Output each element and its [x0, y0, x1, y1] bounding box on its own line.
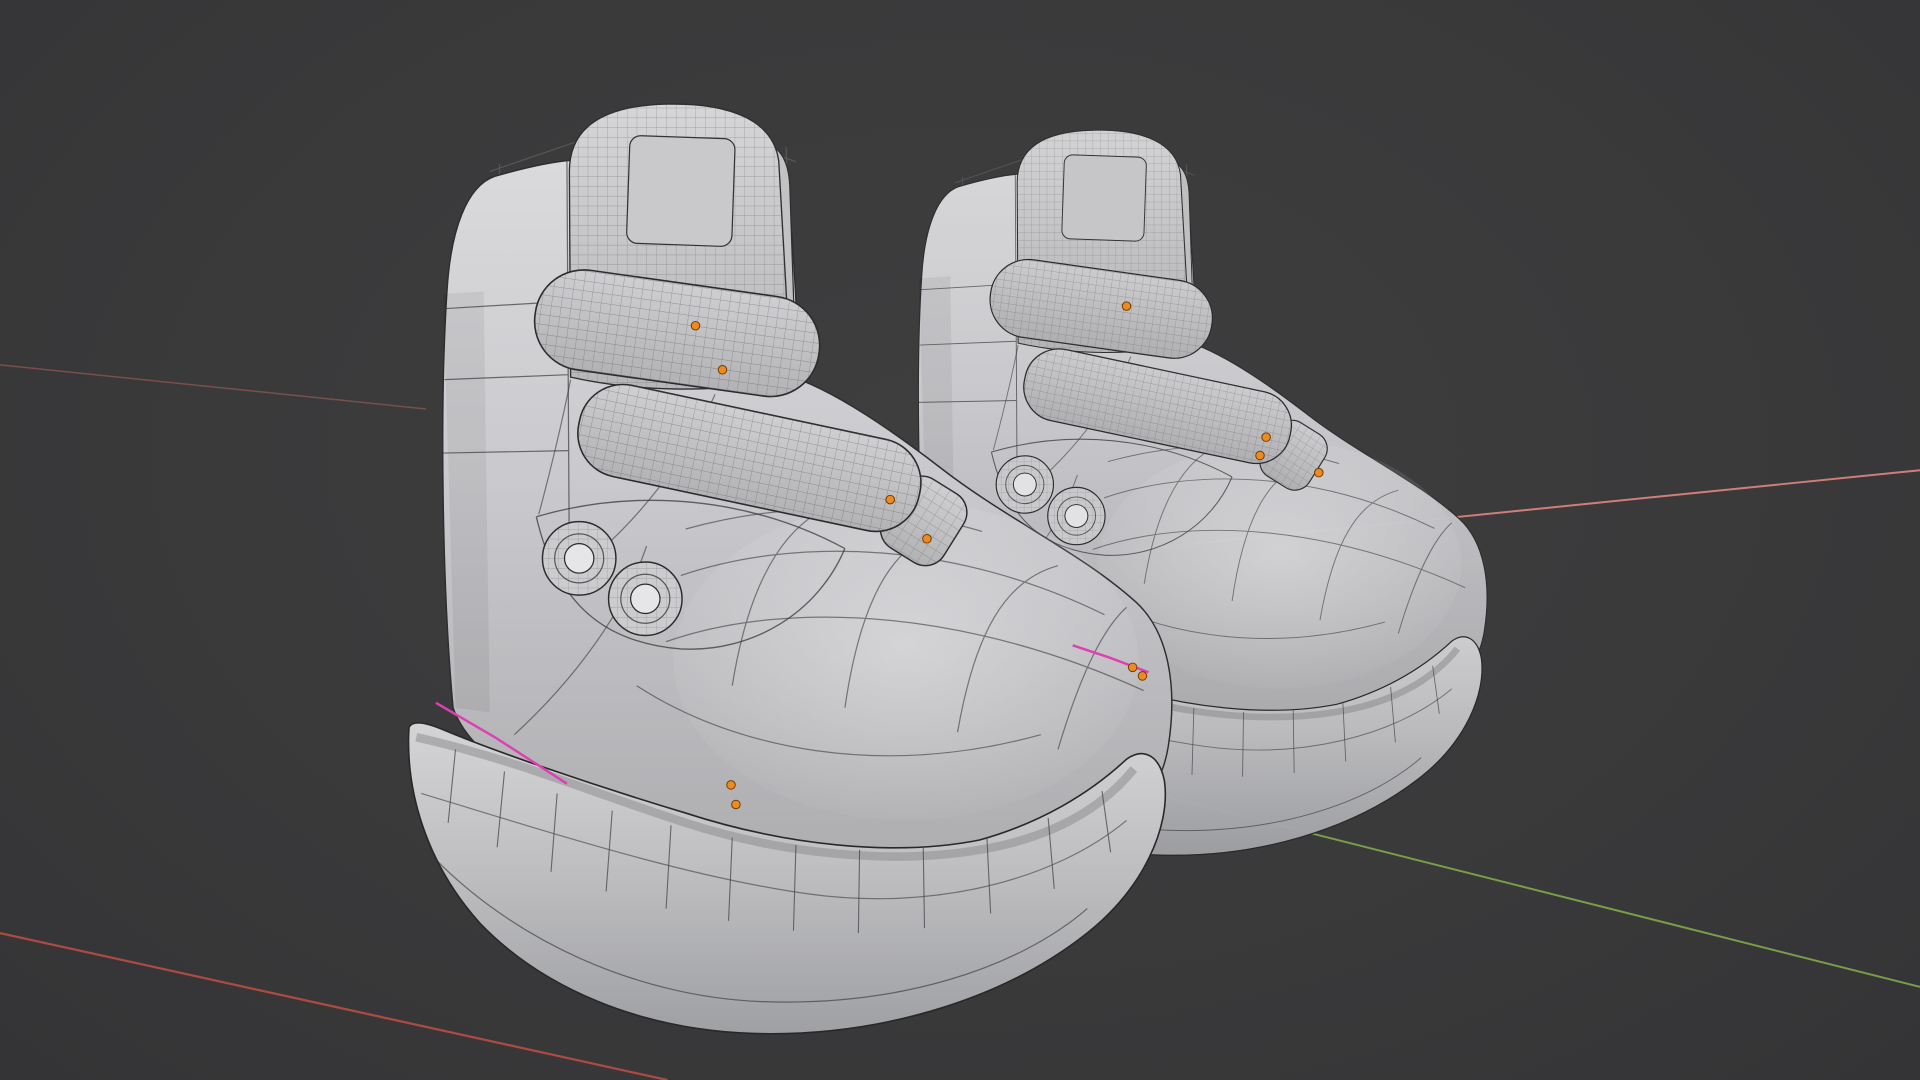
3d-viewport[interactable]	[0, 0, 1920, 1080]
vertex-dot[interactable]	[1127, 662, 1138, 673]
vertex-dot[interactable]	[1121, 301, 1132, 311]
viewport-canvas[interactable]	[0, 0, 1920, 1080]
vertex-dot[interactable]	[1137, 671, 1148, 681]
vertex-dot[interactable]	[1314, 467, 1324, 478]
vertex-dot[interactable]	[922, 534, 932, 544]
vertex-dot[interactable]	[885, 494, 895, 505]
x-axis-line-far	[0, 364, 427, 410]
vertex-dot[interactable]	[1261, 432, 1271, 442]
vertex-dot[interactable]	[1255, 450, 1265, 461]
vertex-dot[interactable]	[726, 780, 736, 790]
vertex-dot[interactable]	[717, 365, 728, 375]
vertex-dot[interactable]	[731, 799, 741, 810]
vertex-dot[interactable]	[690, 320, 701, 331]
